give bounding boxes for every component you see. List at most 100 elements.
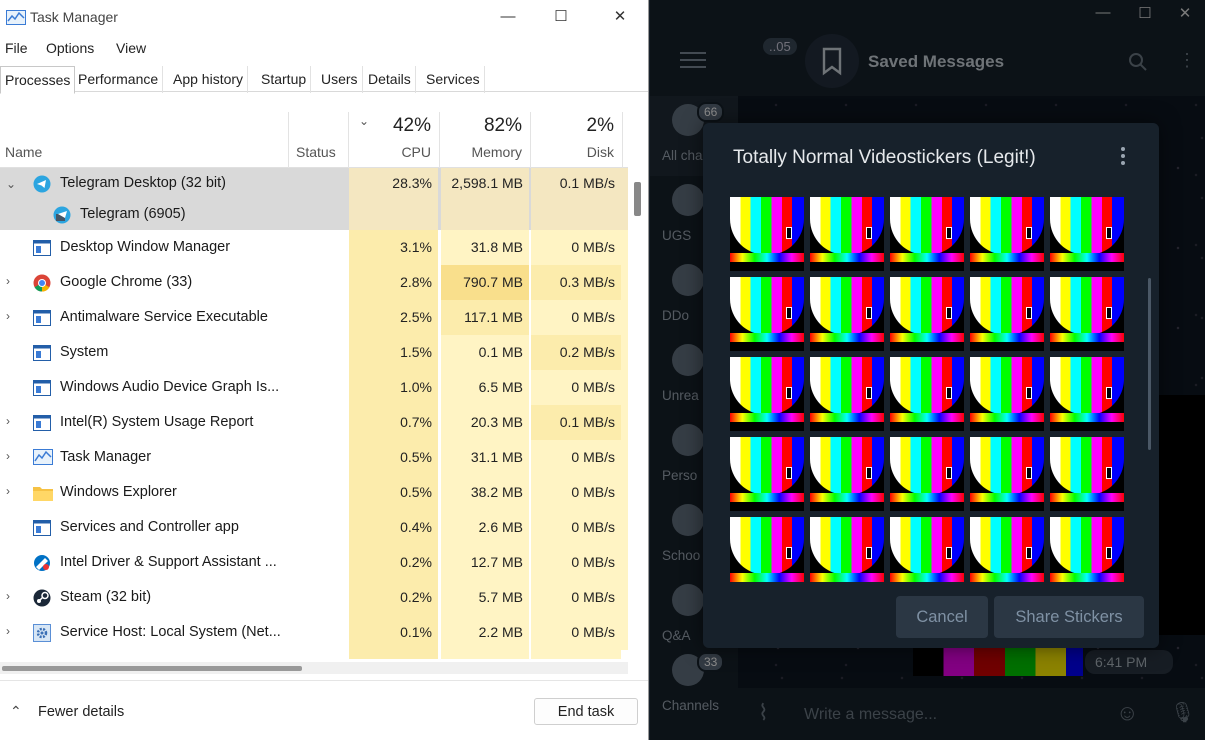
- disk-value: 0 MB/s: [531, 545, 621, 580]
- sticker-item[interactable]: [970, 357, 1044, 431]
- table-row[interactable]: Desktop Window Manager 3.1% 31.8 MB 0 MB/s: [0, 230, 628, 265]
- expand-chevron-icon[interactable]: ›: [6, 310, 18, 322]
- memory-value: 5.7 MB: [441, 580, 529, 615]
- test-pattern-bars: [970, 517, 1044, 575]
- tab-users[interactable]: Users: [317, 66, 363, 93]
- sticker-item[interactable]: [810, 357, 884, 431]
- sticker-item[interactable]: [810, 517, 884, 582]
- tab-services[interactable]: Services: [422, 66, 485, 93]
- sticker-item[interactable]: [890, 197, 964, 271]
- fewer-details-link[interactable]: Fewer details: [38, 704, 124, 720]
- title-bar[interactable]: Task Manager — ☐ ✕: [0, 0, 648, 34]
- maximize-button[interactable]: ☐: [533, 0, 589, 34]
- sticker-item[interactable]: [890, 277, 964, 351]
- dialog-more-icon[interactable]: [1119, 145, 1127, 169]
- column-status-label: Status: [296, 144, 336, 160]
- tab-performance[interactable]: Performance: [74, 66, 164, 93]
- table-row[interactable]: › Steam (32 bit) 0.2% 5.7 MB 0 MB/s: [0, 580, 628, 615]
- table-row[interactable]: System 1.5% 0.1 MB 0.2 MB/s: [0, 335, 628, 370]
- sticker-item[interactable]: [1050, 437, 1124, 511]
- sticker-item[interactable]: [730, 357, 804, 431]
- sticker-item[interactable]: [890, 437, 964, 511]
- tab-app-history[interactable]: App history: [169, 66, 249, 93]
- sticker-item[interactable]: [810, 277, 884, 351]
- table-row[interactable]: › Service Host: Local System (Net... 0.1% 2…: [0, 615, 628, 650]
- table-row[interactable]: › Google Chrome (33) 2.8% 790.7 MB 0.3 MB/s: [0, 265, 628, 300]
- expand-chevron-icon[interactable]: [6, 555, 18, 567]
- table-row[interactable]: Intel Driver & Support Assistant ... 0.2%…: [0, 545, 628, 580]
- expand-chevron-icon[interactable]: ›: [6, 415, 18, 427]
- sticker-item[interactable]: [970, 437, 1044, 511]
- menu-options[interactable]: Options: [46, 40, 94, 56]
- column-cpu[interactable]: ⌄ 42% CPU: [349, 112, 440, 168]
- test-pattern-bars: [730, 437, 804, 495]
- test-pattern-band: [890, 413, 964, 422]
- chevron-up-icon[interactable]: ⌃: [10, 703, 22, 720]
- expand-chevron-icon[interactable]: ›: [6, 275, 18, 287]
- end-task-button[interactable]: End task: [534, 698, 638, 725]
- sticker-item[interactable]: [970, 197, 1044, 271]
- sticker-item[interactable]: [890, 517, 964, 582]
- test-pattern-marker: [946, 307, 952, 319]
- expand-chevron-icon[interactable]: ›: [6, 485, 18, 497]
- tab-startup[interactable]: Startup: [257, 66, 312, 93]
- expand-chevron-icon[interactable]: ›: [6, 450, 18, 462]
- vertical-scrollbar[interactable]: [634, 182, 641, 216]
- disk-value: 0.1 MB/s: [531, 168, 621, 199]
- test-pattern-bars: [730, 277, 804, 335]
- process-name: Telegram (6905): [80, 206, 186, 222]
- next-column-cell: [621, 370, 628, 405]
- sticker-item[interactable]: [730, 197, 804, 271]
- column-status[interactable]: Status: [289, 112, 349, 168]
- expand-chevron-icon[interactable]: [6, 520, 18, 532]
- cancel-button[interactable]: Cancel: [896, 596, 988, 638]
- sticker-item[interactable]: [1050, 277, 1124, 351]
- share-stickers-button[interactable]: Share Stickers: [994, 596, 1144, 638]
- table-row[interactable]: › Antimalware Service Executable 2.5% 117.1…: [0, 300, 628, 335]
- table-row[interactable]: Windows Audio Device Graph Is... 1.0% 6.5 …: [0, 370, 628, 405]
- sticker-item[interactable]: [730, 277, 804, 351]
- column-memory[interactable]: 82% Memory: [440, 112, 531, 168]
- expand-chevron-icon[interactable]: ›: [6, 625, 18, 637]
- next-column-cell: [621, 300, 628, 335]
- table-row[interactable]: Services and Controller app 0.4% 2.6 MB 0 M…: [0, 510, 628, 545]
- test-pattern-marker: [1106, 387, 1112, 399]
- column-disk[interactable]: 2% Disk: [531, 112, 623, 168]
- table-row[interactable]: › Windows Explorer 0.5% 38.2 MB 0 MB/s: [0, 475, 628, 510]
- close-button[interactable]: ✕: [592, 0, 648, 34]
- sticker-item[interactable]: [970, 277, 1044, 351]
- sticker-item[interactable]: [730, 437, 804, 511]
- expand-chevron-icon[interactable]: [6, 240, 18, 252]
- table-row[interactable]: › Intel(R) System Usage Report 0.7% 20.3 MB…: [0, 405, 628, 440]
- test-pattern-bars: [890, 517, 964, 575]
- sticker-item[interactable]: [890, 357, 964, 431]
- sticker-item[interactable]: [810, 197, 884, 271]
- expand-chevron-icon[interactable]: [6, 345, 18, 357]
- table-row[interactable]: [0, 650, 628, 659]
- test-pattern-marker: [1026, 307, 1032, 319]
- table-row[interactable]: ⌄ Telegram Desktop (32 bit) 28.3% 2,598.1 M…: [0, 168, 628, 199]
- expand-chevron-icon[interactable]: [6, 380, 18, 392]
- process-name: Task Manager: [60, 449, 152, 465]
- expand-chevron-icon[interactable]: [6, 209, 18, 221]
- horizontal-scrollbar[interactable]: [0, 662, 628, 674]
- folder-icon: [33, 484, 53, 502]
- tab-processes[interactable]: Processes: [0, 66, 76, 94]
- sticker-item[interactable]: [970, 517, 1044, 582]
- sticker-item[interactable]: [1050, 357, 1124, 431]
- menu-view[interactable]: View: [116, 40, 146, 56]
- column-name[interactable]: Name: [0, 112, 289, 168]
- sticker-item[interactable]: [730, 517, 804, 582]
- menu-file[interactable]: File: [5, 40, 28, 56]
- minimize-button[interactable]: —: [480, 0, 536, 34]
- tab-details[interactable]: Details: [364, 66, 416, 93]
- table-row[interactable]: Telegram (6905): [0, 199, 628, 230]
- expand-chevron-icon[interactable]: ›: [6, 590, 18, 602]
- sticker-item[interactable]: [1050, 197, 1124, 271]
- dialog-scrollbar[interactable]: [1148, 278, 1151, 450]
- table-row[interactable]: › Task Manager 0.5% 31.1 MB 0 MB/s: [0, 440, 628, 475]
- sticker-item[interactable]: [810, 437, 884, 511]
- expand-chevron-icon[interactable]: ⌄: [6, 178, 18, 190]
- sticker-item[interactable]: [1050, 517, 1124, 582]
- scroll-thumb[interactable]: [2, 666, 302, 671]
